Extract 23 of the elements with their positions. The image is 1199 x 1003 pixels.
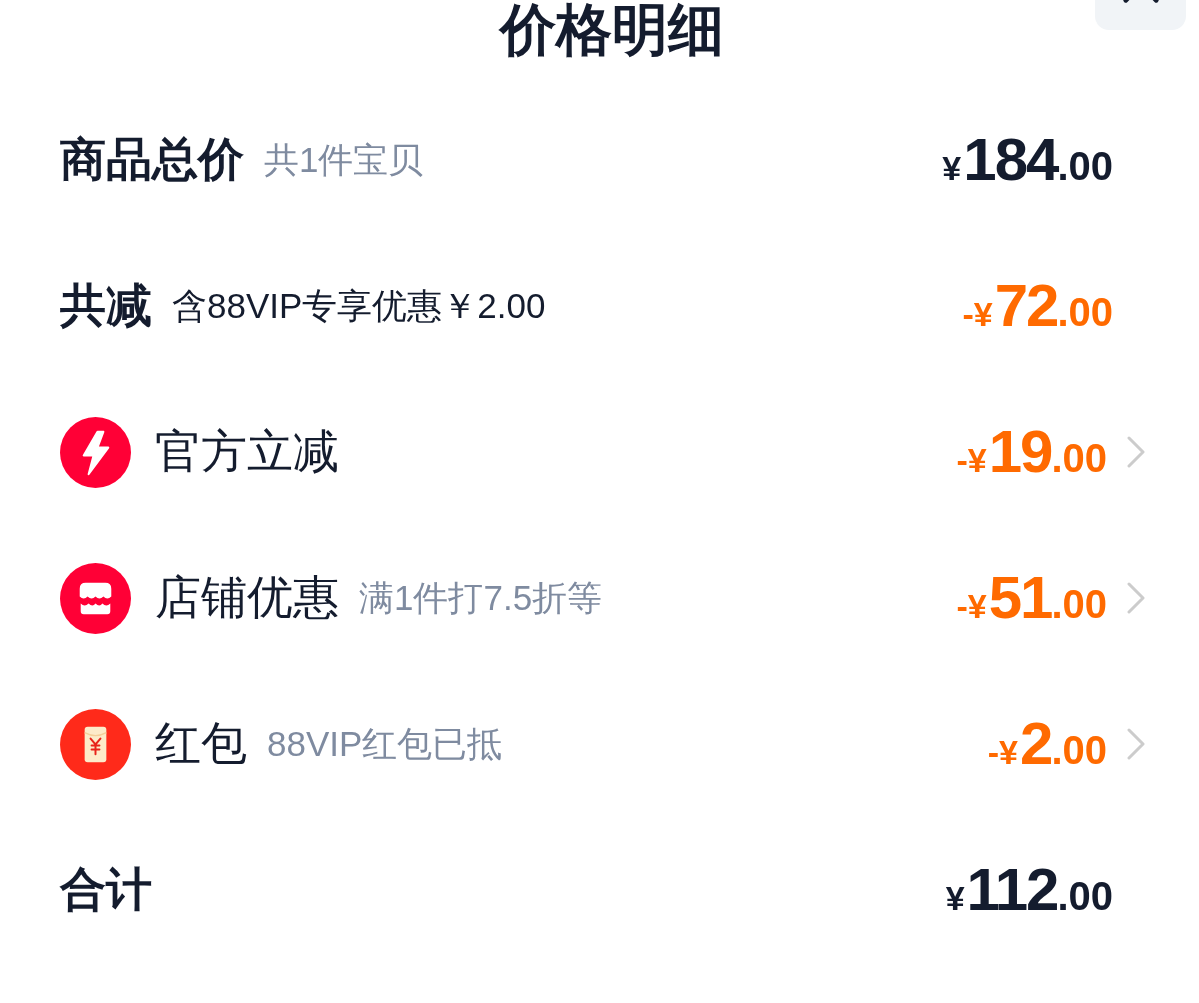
chevron-right-icon[interactable]: [1127, 436, 1145, 468]
envelope-icon: [60, 708, 131, 780]
row-label: 红包: [155, 716, 247, 771]
chevron-right-icon[interactable]: [1127, 728, 1145, 760]
row-note: 含88VIP专享优惠￥2.00: [172, 284, 546, 327]
row-label: 合计: [60, 862, 152, 917]
row-label: 商品总价: [60, 132, 244, 187]
shop-icon: [60, 562, 131, 634]
row-note: 共1件宝贝: [264, 138, 424, 181]
amount-text: -¥72.00: [962, 276, 1113, 336]
amount-text: -¥19.00: [956, 422, 1107, 482]
row-label: 官方立减: [155, 424, 339, 479]
row-label: 共减: [60, 278, 152, 333]
chevron-right-icon[interactable]: [1127, 582, 1145, 614]
amount-text: -¥51.00: [956, 568, 1107, 628]
amount-text: ¥112.00: [945, 860, 1113, 920]
row-label: 店铺优惠: [155, 570, 339, 625]
sheet-title: 价格明细: [497, 2, 724, 58]
amount-text: ¥184.00: [942, 130, 1113, 190]
row-note: 满1件打7.5折等: [359, 576, 603, 619]
lightning-icon: [60, 416, 131, 488]
amount-text: -¥2.00: [987, 714, 1107, 774]
row-note: 88VIP红包已抵: [267, 722, 503, 765]
